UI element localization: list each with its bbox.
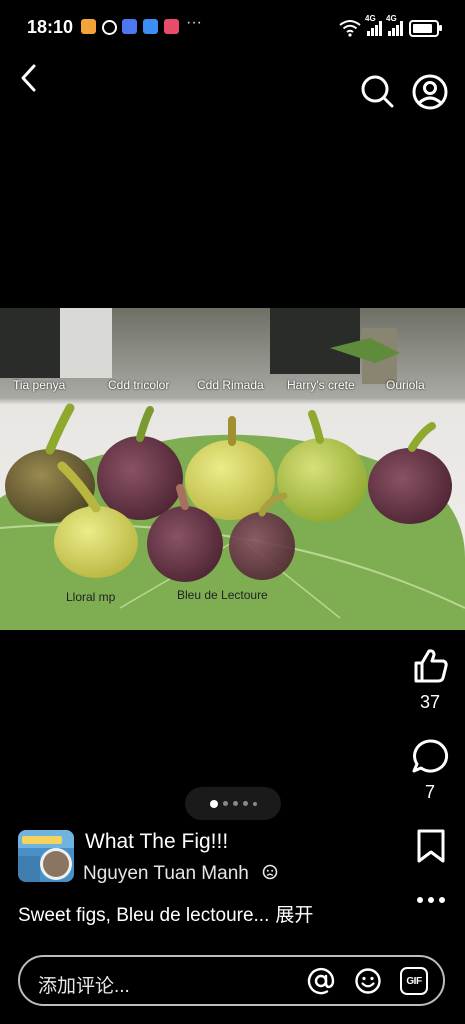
status-icons: 4G 4G: [339, 14, 442, 39]
comment-bubble-icon: [412, 739, 449, 773]
comment-count: 7: [424, 782, 435, 802]
author-avatar[interactable]: [18, 830, 74, 882]
signal-strength-icon: 4G: [365, 14, 382, 36]
status-bar: 18:10 ··· 4G 4G: [0, 0, 465, 56]
at-sign-icon: [307, 967, 335, 995]
battery-icon: [409, 19, 442, 37]
calendar-app-icon: [143, 19, 158, 34]
clock: 18:10: [27, 17, 74, 37]
pager-dot: [252, 801, 257, 806]
expand-link[interactable]: 展开: [275, 905, 313, 926]
comment-placeholder: 添加评论...: [38, 976, 130, 997]
label-ouriola: Ouriola: [386, 378, 425, 392]
like-button[interactable]: [410, 646, 450, 686]
user-circle-icon: [412, 74, 448, 110]
comment-button[interactable]: [410, 737, 450, 777]
more-horizontal-icon: [417, 897, 445, 903]
network-type-label: 4G: [365, 14, 376, 23]
fig-photo: [0, 308, 465, 630]
pager-dot: [222, 801, 228, 806]
smiley-icon: [355, 968, 381, 994]
label-cdd-tricolor: Cdd tricolor: [108, 378, 170, 392]
search-button[interactable]: [358, 72, 396, 110]
bookmark-button[interactable]: [415, 828, 447, 864]
gif-icon: GIF: [406, 975, 422, 987]
signal-strength-icon-2: 4G: [386, 14, 403, 36]
like-count: 37: [419, 692, 441, 712]
post-title[interactable]: What The Fig!!!: [85, 830, 228, 854]
mention-button[interactable]: [307, 967, 335, 995]
more-notifications: ···: [186, 14, 202, 31]
thumbs-up-icon: [414, 649, 448, 683]
gif-button[interactable]: GIF: [400, 967, 428, 995]
caption-text: Sweet figs, Bleu de lectoure...: [18, 905, 270, 926]
post-image[interactable]: Tia penya Cdd tricolor Cdd Rimada Harry'…: [0, 308, 465, 630]
post-caption[interactable]: Sweet figs, Bleu de lectoure... 展开: [18, 900, 313, 927]
image-pager[interactable]: [185, 787, 281, 820]
back-button[interactable]: [14, 60, 46, 96]
threads-icon: [102, 20, 117, 35]
more-options-button[interactable]: [414, 890, 448, 910]
wifi-icon: [339, 20, 361, 37]
author-name[interactable]: Nguyen Tuan Manh: [83, 863, 278, 885]
label-bleu-de-lectoure: Bleu de Lectoure: [177, 588, 268, 602]
network-type-label-2: 4G: [386, 14, 397, 23]
profile-button[interactable]: [410, 72, 450, 112]
author-name-text: Nguyen Tuan Manh: [83, 863, 249, 884]
avatar-image: [18, 830, 74, 882]
bookmark-icon: [417, 829, 445, 863]
pager-dot: [209, 799, 218, 808]
emoji-button[interactable]: [354, 967, 382, 995]
orange-app-icon: [81, 19, 96, 34]
search-icon: [361, 75, 394, 108]
label-harrys-crete: Harry's crete: [287, 378, 355, 392]
pager-dot: [232, 801, 238, 806]
comment-input[interactable]: 添加评论... GIF: [18, 955, 445, 1006]
play-app-icon: [164, 19, 179, 34]
blue-app-icon: [122, 19, 137, 34]
label-lloral-mp: Lloral mp: [66, 590, 116, 604]
face-badge-icon: [262, 864, 278, 880]
pager-dot: [242, 801, 248, 806]
chevron-left-icon: [21, 64, 36, 92]
label-tia-penya: Tia penya: [13, 378, 66, 392]
label-cdd-rimada: Cdd Rimada: [197, 378, 264, 392]
